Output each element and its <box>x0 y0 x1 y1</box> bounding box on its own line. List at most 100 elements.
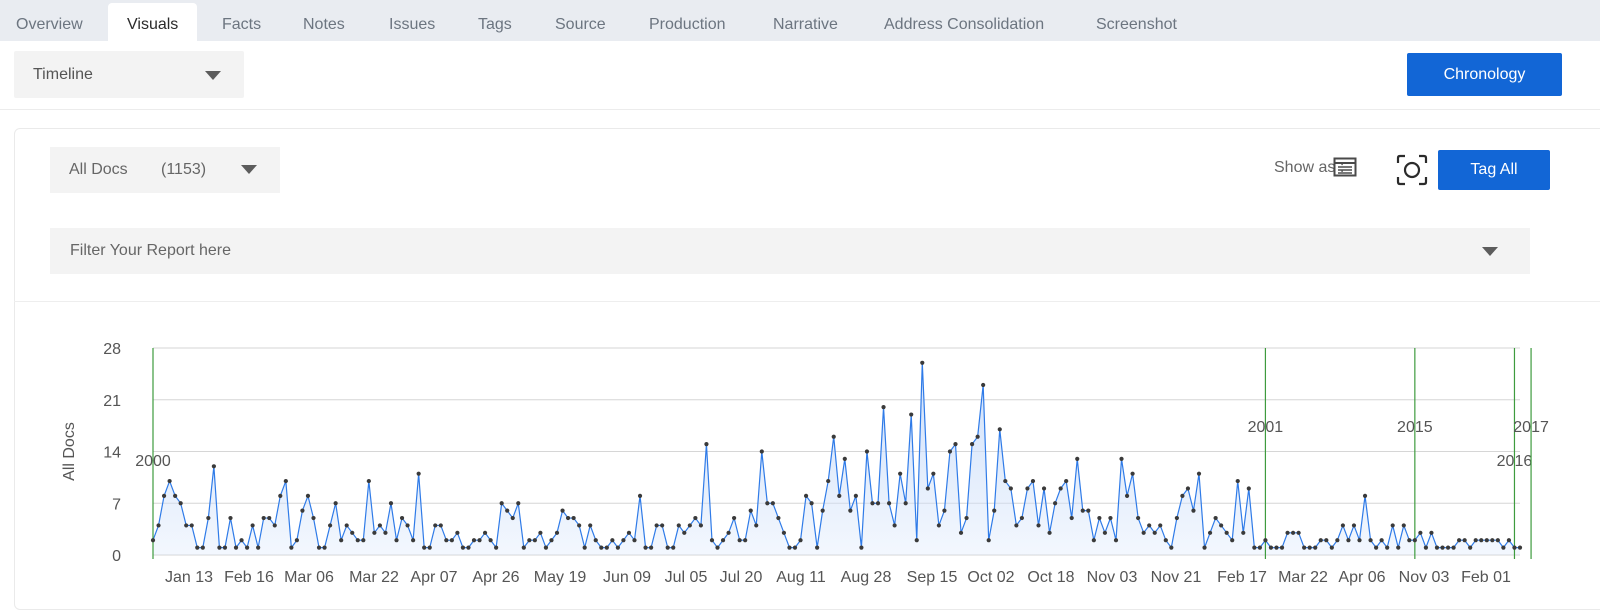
data-point <box>1290 530 1296 535</box>
data-point <box>1041 486 1047 491</box>
data-point <box>532 538 537 543</box>
data-point <box>449 538 454 543</box>
data-point <box>981 382 986 388</box>
data-point <box>682 530 687 535</box>
data-point <box>217 545 222 550</box>
data-point <box>355 538 360 543</box>
chronology-button[interactable]: Chronology <box>1407 53 1562 96</box>
x-tick-label: Apr 06 <box>1338 569 1385 586</box>
data-point <box>637 493 643 498</box>
data-point <box>792 545 798 550</box>
tab-source[interactable]: Source <box>555 3 606 41</box>
data-point <box>632 538 637 543</box>
data-point <box>1390 523 1395 528</box>
data-point <box>1329 545 1334 550</box>
tab-notes[interactable]: Notes <box>303 3 345 41</box>
data-point <box>1191 508 1196 513</box>
data-point <box>300 508 305 513</box>
data-point <box>505 508 510 513</box>
report-filter-dropdown[interactable]: Filter Your Report here <box>50 228 1530 274</box>
data-point <box>482 530 488 535</box>
data-point <box>671 545 676 550</box>
data-point <box>588 523 593 528</box>
data-point <box>222 545 228 550</box>
data-point <box>178 501 183 506</box>
data-point <box>676 523 681 528</box>
data-point <box>565 515 571 521</box>
data-point <box>698 523 704 528</box>
data-point <box>1462 538 1467 543</box>
data-point <box>964 515 969 521</box>
data-point <box>1069 515 1074 521</box>
tab-overview[interactable]: Overview <box>16 3 83 41</box>
data-point <box>615 545 620 550</box>
data-point <box>549 538 554 543</box>
data-point <box>339 538 344 543</box>
tab-address-consolidation[interactable]: Address Consolidation <box>884 3 1044 41</box>
data-point <box>1302 545 1307 550</box>
data-point <box>992 508 997 513</box>
data-point <box>571 515 576 521</box>
screenshot-icon[interactable] <box>1396 154 1428 191</box>
tab-facts[interactable]: Facts <box>222 3 261 41</box>
tab-visuals[interactable]: Visuals <box>108 3 198 41</box>
data-point <box>986 538 991 543</box>
data-point <box>1257 545 1262 550</box>
data-point <box>1202 545 1207 550</box>
data-point <box>1246 486 1251 491</box>
docs-dropdown[interactable]: All Docs (1153) <box>50 147 280 193</box>
data-point <box>1268 545 1274 550</box>
data-point <box>770 501 775 506</box>
data-point <box>189 523 194 528</box>
x-tick-label: Feb 16 <box>224 569 274 586</box>
data-point <box>1379 538 1384 543</box>
x-tick-label: Mar 06 <box>284 569 334 586</box>
data-point <box>1445 545 1451 550</box>
data-point <box>388 501 394 506</box>
data-point <box>399 515 405 521</box>
data-point <box>1058 486 1063 491</box>
data-point <box>1495 538 1500 543</box>
data-point <box>798 538 803 543</box>
y-axis-title: All Docs <box>61 422 78 481</box>
data-point <box>554 530 560 535</box>
data-point <box>405 523 410 528</box>
data-point <box>1241 530 1246 535</box>
data-point <box>660 523 665 528</box>
tab-issues[interactable]: Issues <box>389 3 435 41</box>
data-point <box>228 515 233 521</box>
data-point <box>466 545 471 550</box>
data-point <box>1174 515 1179 521</box>
tab-production[interactable]: Production <box>649 3 726 41</box>
data-point <box>455 530 460 535</box>
data-point <box>1296 530 1301 535</box>
view-type-dropdown[interactable]: Timeline <box>14 51 244 98</box>
data-point <box>732 515 737 521</box>
data-point <box>920 360 925 365</box>
data-point <box>875 501 881 506</box>
data-point <box>898 471 903 476</box>
data-point <box>250 523 255 528</box>
year-marker-label: 2017 <box>1513 419 1549 436</box>
y-tick-label: 21 <box>103 393 121 410</box>
data-point <box>477 538 482 543</box>
data-point <box>715 545 720 550</box>
data-point <box>256 545 261 550</box>
x-tick-label: Apr 26 <box>472 569 519 586</box>
chevron-down-icon <box>241 165 257 174</box>
data-point <box>1434 545 1440 550</box>
data-point <box>422 545 427 550</box>
data-point <box>837 493 842 498</box>
data-point <box>1418 530 1423 535</box>
data-point <box>693 515 698 521</box>
data-point <box>1213 515 1218 521</box>
list-view-icon[interactable] <box>1333 156 1357 183</box>
tag-all-button[interactable]: Tag All <box>1438 150 1550 190</box>
data-point <box>311 515 316 521</box>
data-point <box>305 493 311 498</box>
tab-narrative[interactable]: Narrative <box>773 3 838 41</box>
tab-screenshot[interactable]: Screenshot <box>1096 3 1177 41</box>
data-point <box>1362 493 1368 498</box>
data-point <box>975 434 980 439</box>
tab-tags[interactable]: Tags <box>478 3 512 41</box>
